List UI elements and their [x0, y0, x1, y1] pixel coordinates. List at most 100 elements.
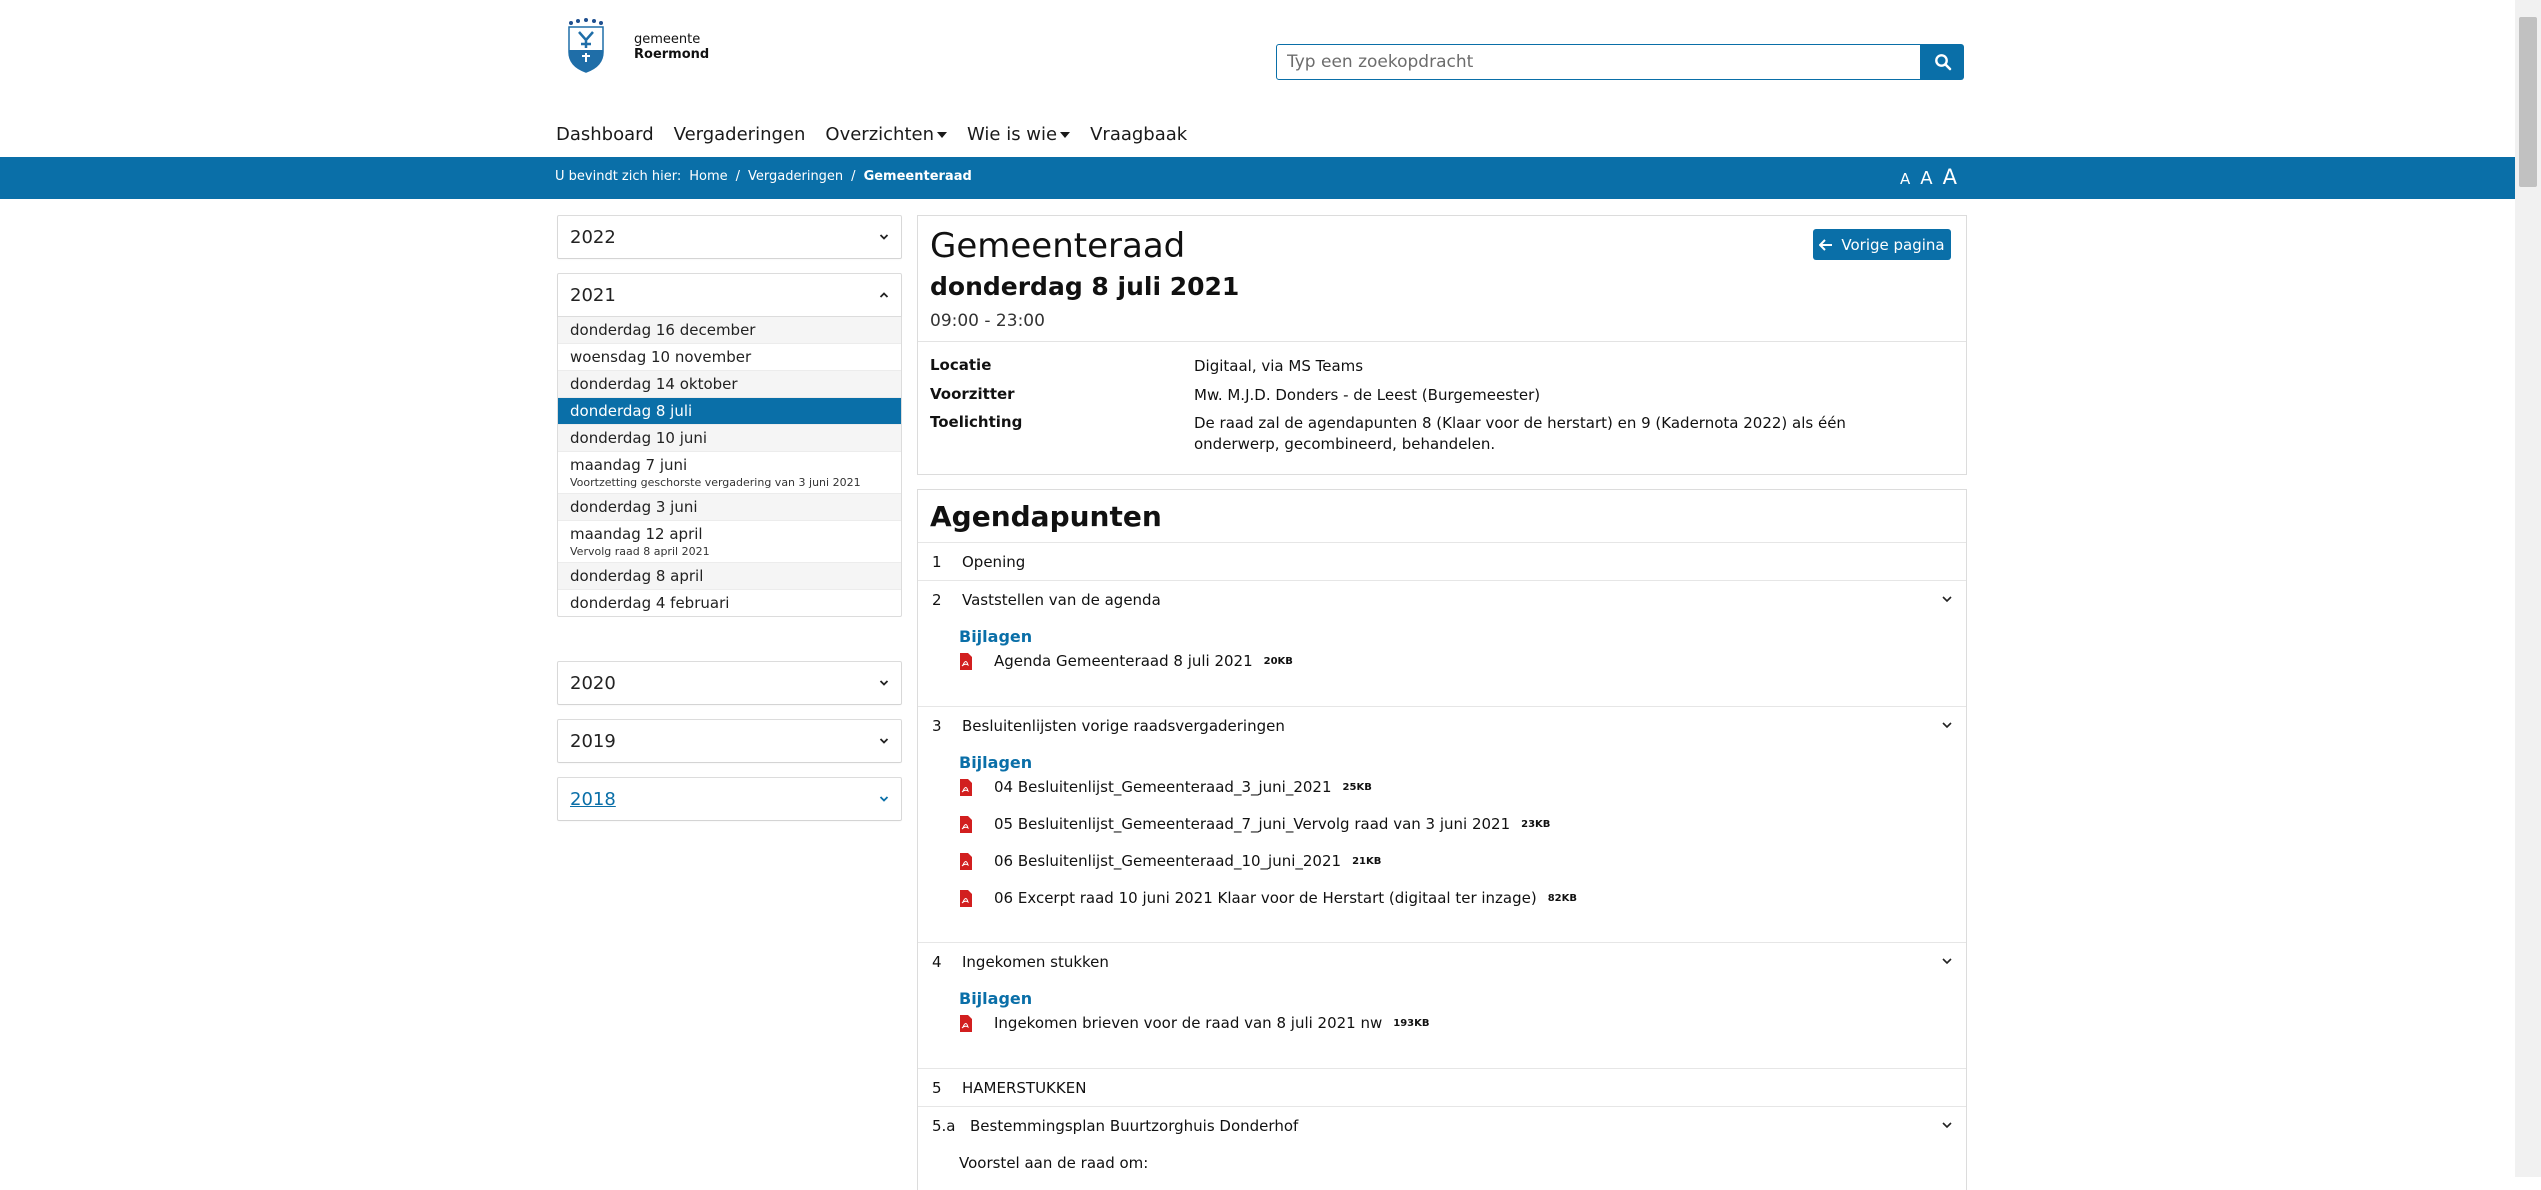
chevron-up-icon [879, 292, 889, 298]
meeting-item[interactable]: maandag 7 juni Voortzetting geschorste ve… [558, 452, 901, 494]
chevron-down-icon[interactable] [1941, 957, 1953, 965]
breadcrumb-current: Gemeenteraad [863, 169, 972, 184]
nav-vergaderingen[interactable]: Vergaderingen [674, 124, 806, 145]
agenda-item-title: Bestemmingsplan Buurtzorghuis Donderhof [970, 1117, 1299, 1135]
meeting-item[interactable]: donderdag 8 april [558, 563, 901, 590]
meeting-label: donderdag 16 december [570, 321, 756, 339]
breadcrumb-separator: / [851, 169, 856, 184]
divider [918, 341, 1966, 342]
detail-key: Toelichting [930, 413, 1023, 431]
search-button[interactable] [1921, 44, 1964, 80]
meeting-item[interactable]: donderdag 4 februari [558, 590, 901, 616]
search-input[interactable] [1276, 44, 1921, 80]
detail-value: De raad zal de agendapunten 8 (Klaar voo… [1194, 414, 1846, 453]
attachment-size: 82KB [1547, 892, 1578, 904]
nav-wie-is-wie[interactable]: Wie is wie [967, 124, 1071, 145]
chevron-down-icon[interactable] [1941, 1121, 1953, 1129]
pdf-icon [960, 815, 972, 833]
meeting-label: donderdag 3 juni [570, 498, 698, 516]
meeting-item[interactable]: donderdag 3 juni [558, 494, 901, 521]
nav-label: Wie is wie [967, 124, 1058, 145]
logo-prefix: gemeente [634, 32, 701, 47]
meeting-date: donderdag 8 juli 2021 [930, 272, 1240, 301]
attachments-label: Bijlagen [959, 989, 1033, 1008]
agenda-item: 2 Vaststellen van de agenda Bijlagen Agen… [918, 580, 1966, 707]
breadcrumb: U bevindt zich hier: Home / Vergaderinge… [555, 169, 980, 184]
scrollbar-thumb[interactable] [2519, 17, 2537, 187]
detail-key: Voorzitter [930, 385, 1015, 403]
agenda-item: 3 Besluitenlijsten vorige raadsvergaderin… [918, 706, 1966, 943]
agenda-item-header[interactable]: 5.a Bestemmingsplan Buurtzorghuis Donderh… [932, 1117, 1298, 1135]
year-toggle-2022[interactable]: 2022 [558, 216, 901, 258]
breadcrumb-prefix: U bevindt zich hier: [555, 169, 682, 184]
attachment-size: 25KB [1342, 781, 1372, 793]
attachment-link[interactable]: Agenda Gemeenteraad 8 juli 2021 20KB [959, 652, 1293, 670]
attachment-name: 06 Excerpt raad 10 juni 2021 Klaar voor … [994, 889, 1537, 907]
attachment-link[interactable]: Ingekomen brieven voor de raad van 8 jul… [959, 1014, 1430, 1032]
roermond-crest-icon [568, 18, 604, 73]
attachment-link[interactable]: 06 Besluitenlijst_Gemeenteraad_10_juni_2… [959, 852, 1381, 870]
agenda-item-header[interactable]: 3 Besluitenlijsten vorige raadsvergaderin… [932, 717, 1285, 735]
chevron-down-icon[interactable] [1941, 721, 1953, 729]
font-size-large[interactable]: A [1943, 165, 1957, 189]
year-toggle-2020[interactable]: 2020 [558, 662, 901, 704]
municipality-logo[interactable]: gemeente Roermond [565, 18, 765, 74]
attachment-name: Agenda Gemeenteraad 8 juli 2021 [994, 652, 1253, 670]
nav-overzichten[interactable]: Overzichten [825, 124, 947, 145]
meeting-item[interactable]: donderdag 16 december [558, 317, 901, 344]
font-size-medium[interactable]: A [1920, 168, 1932, 189]
attachment-link[interactable]: 04 Besluitenlijst_Gemeenteraad_3_juni_20… [959, 778, 1372, 796]
nav-vraagbaak[interactable]: Vraagbaak [1090, 124, 1187, 145]
font-size-small[interactable]: A [1900, 170, 1910, 188]
year-toggle-2018[interactable]: 2018 [558, 778, 901, 820]
year-toggle-2019[interactable]: 2019 [558, 720, 901, 762]
attachment-size: 23KB [1521, 818, 1551, 830]
year-panel-2018: 2018 [557, 777, 902, 821]
agenda-item[interactable]: 5 HAMERSTUKKEN [918, 1068, 1966, 1107]
attachments-label: Bijlagen [959, 627, 1033, 646]
attachment-link[interactable]: 06 Excerpt raad 10 juni 2021 Klaar voor … [959, 889, 1577, 907]
year-label: 2022 [570, 226, 616, 248]
attachment-link[interactable]: 05 Besluitenlijst_Gemeenteraad_7_juni_Ve… [959, 815, 1550, 833]
chevron-down-icon[interactable] [1941, 595, 1953, 603]
nav-dashboard[interactable]: Dashboard [556, 124, 654, 145]
agenda-item-note: Voorstel aan de raad om: [959, 1154, 1149, 1172]
attachment-name: 06 Besluitenlijst_Gemeenteraad_10_juni_2… [994, 852, 1342, 870]
logo-name: Roermond [634, 47, 710, 62]
logo-text: gemeente Roermond [634, 32, 765, 62]
agenda-item-number: 4 [932, 953, 942, 971]
meeting-item[interactable]: maandag 12 april Vervolg raad 8 april 202… [558, 521, 901, 563]
meeting-detail-panel: Gemeenteraad donderdag 8 juli 2021 09:00… [917, 215, 1967, 475]
meeting-title: Gemeenteraad [930, 226, 1186, 266]
meeting-item[interactable]: donderdag 14 oktober [558, 371, 901, 398]
year-label: 2018 [570, 788, 616, 810]
meeting-item-selected[interactable]: donderdag 8 juli [558, 398, 901, 425]
agenda-item: 4 Ingekomen stukken Bijlagen Ingekomen br… [918, 942, 1966, 1069]
agenda-item-number: 3 [932, 717, 942, 735]
meeting-item[interactable]: donderdag 10 juni [558, 425, 901, 452]
agenda-item-header[interactable]: 4 Ingekomen stukken [932, 953, 1109, 971]
agenda-item-number: 5.a [932, 1117, 956, 1135]
breadcrumb-vergaderingen[interactable]: Vergaderingen [748, 169, 843, 184]
detail-key: Locatie [930, 356, 992, 374]
agenda-panel: Agendapunten 1 Opening 2 Vaststellen van d… [917, 489, 1967, 1190]
detail-value: Digitaal, via MS Teams [1194, 357, 1364, 375]
agenda-item[interactable]: 1 Opening [918, 542, 1966, 581]
agenda-item-title: Besluitenlijsten vorige raadsvergadering… [962, 717, 1285, 735]
breadcrumb-home[interactable]: Home [689, 169, 727, 184]
nav-label: Overzichten [825, 124, 934, 145]
meeting-list: donderdag 16 december woensdag 10 novemb… [558, 316, 901, 616]
back-button[interactable]: Vorige pagina [1813, 229, 1951, 260]
agenda-item-title: Opening [962, 553, 1026, 571]
pdf-icon [960, 852, 972, 870]
year-label: 2021 [570, 284, 616, 306]
nav-label: Vraagbaak [1090, 124, 1188, 145]
year-toggle-2021[interactable]: 2021 [558, 274, 901, 316]
chevron-down-icon [879, 680, 889, 686]
meeting-item[interactable]: woensdag 10 november [558, 344, 901, 371]
agenda-item-header[interactable]: 2 Vaststellen van de agenda [932, 591, 1161, 609]
page-scrollbar[interactable] [2515, 0, 2541, 1177]
meeting-label: donderdag 10 juni [570, 429, 708, 447]
attachment-name: 05 Besluitenlijst_Gemeenteraad_7_juni_Ve… [994, 815, 1511, 833]
attachment-size: 21KB [1352, 855, 1382, 867]
